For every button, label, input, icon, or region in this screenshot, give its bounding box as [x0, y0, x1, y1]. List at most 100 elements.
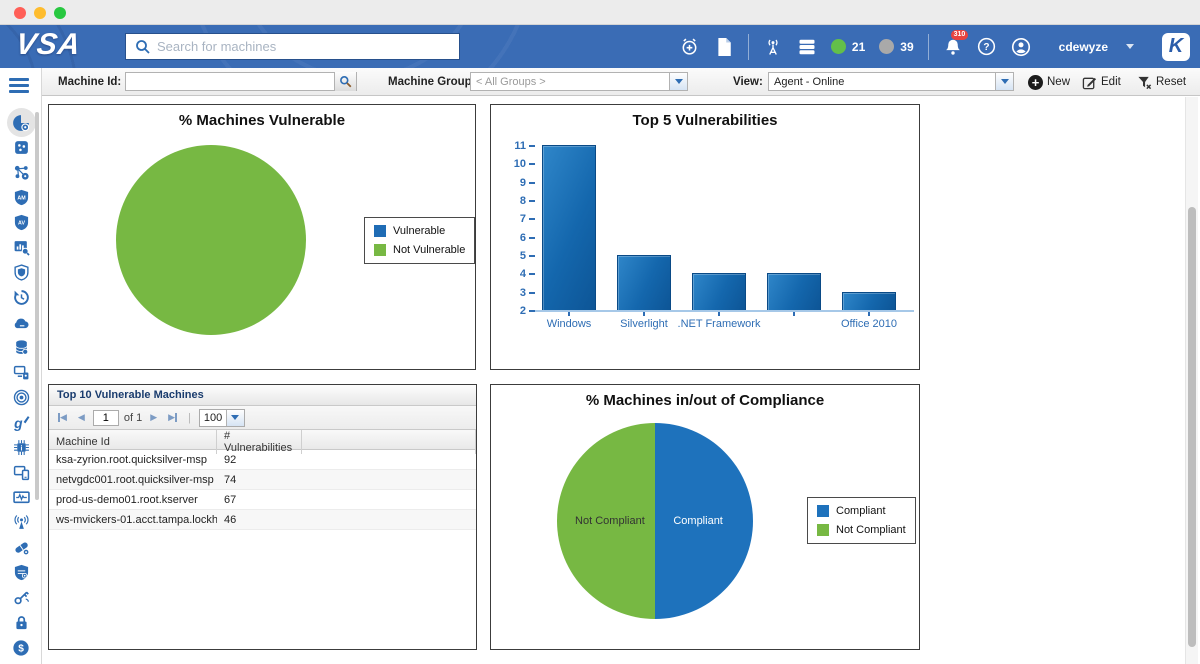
prev-page-button[interactable]: ◀: [75, 411, 88, 424]
x-axis-line: [532, 310, 914, 312]
table-header-row: Machine Id # Vulnerabilities: [49, 430, 476, 450]
new-view-button[interactable]: + New: [1028, 68, 1070, 96]
page-size-value: 100: [200, 410, 226, 426]
sidebar-item-security-lock[interactable]: [9, 610, 34, 635]
sidebar-item-monitoring[interactable]: [9, 485, 34, 510]
first-page-button[interactable]: ◀: [55, 411, 70, 424]
cell-empty: [302, 490, 476, 509]
machine-search-box[interactable]: [125, 33, 460, 60]
menu-hamburger-icon[interactable]: [9, 78, 29, 96]
edit-view-button[interactable]: Edit: [1082, 68, 1121, 96]
machine-id-input[interactable]: [126, 73, 334, 90]
machine-group-dropdown[interactable]: < All Groups >: [470, 72, 688, 91]
reset-view-button[interactable]: Reset: [1137, 68, 1186, 96]
machine-id-field[interactable]: [125, 72, 357, 91]
next-page-button[interactable]: ▶: [147, 411, 160, 424]
lock-icon: [13, 614, 30, 631]
g-pencil-icon: g: [13, 414, 30, 431]
window-close-button[interactable]: [14, 7, 26, 19]
window-titlebar: [0, 0, 1200, 25]
machine-id-search-button[interactable]: [334, 72, 356, 91]
search-icon: [339, 75, 352, 88]
notifications-button[interactable]: 310: [943, 37, 963, 57]
sidebar-item-patch-management[interactable]: [9, 535, 34, 560]
username[interactable]: cdewyze: [1059, 40, 1108, 54]
page-number-input[interactable]: [93, 410, 119, 426]
legend-item: Vulnerable: [374, 225, 465, 237]
x-tick-mark: [718, 312, 720, 316]
table-row[interactable]: prod-us-demo01.root.kserver67: [49, 490, 476, 510]
sidebar-item-cloud-backup[interactable]: [9, 310, 34, 335]
table-row[interactable]: netvgdc001.root.quicksilver-msp74: [49, 470, 476, 490]
sidebar-item-compliance-radar[interactable]: [9, 385, 34, 410]
sidebar-item-anti-virus[interactable]: AV: [9, 210, 34, 235]
window-minimize-button[interactable]: [34, 7, 46, 19]
sidebar-item-backup[interactable]: [9, 285, 34, 310]
sidebar-item-automation[interactable]: [9, 160, 34, 185]
user-menu-chevron-icon[interactable]: [1126, 44, 1134, 49]
top5-bar-chart[interactable]: 234567891011WindowsSilverlight.NET Frame…: [536, 146, 906, 311]
sidebar-item-service-billing[interactable]: $: [9, 635, 34, 660]
page-scrollbar-thumb[interactable]: [1188, 207, 1196, 647]
last-page-button[interactable]: ▶: [165, 411, 180, 424]
sidebar-item-discovery[interactable]: [9, 110, 34, 135]
dropdown-button[interactable]: [226, 410, 244, 426]
broadcast-status-icon[interactable]: [763, 37, 783, 57]
search-input[interactable]: [157, 39, 459, 54]
machine-id-label: Machine Id:: [58, 76, 121, 88]
agents-online-status[interactable]: 21: [831, 39, 865, 54]
sidebar-item-policy-management[interactable]: [9, 560, 34, 585]
filter-toolbar: Machine Id: Machine Group: < All Groups …: [42, 68, 1200, 96]
server-list-icon: [797, 37, 817, 57]
cloud-icon: [12, 314, 30, 332]
dropdown-button[interactable]: [669, 73, 687, 90]
sidebar-item-agent-modules[interactable]: [9, 135, 34, 160]
sidebar-item-data-backup[interactable]: [9, 335, 34, 360]
antenna-icon: [763, 37, 783, 57]
sidebar-item-asset-info[interactable]: i: [9, 435, 34, 460]
table-row[interactable]: ksa-zyrion.root.quicksilver-msp92: [49, 450, 476, 470]
vulnerable-pie-chart[interactable]: [116, 145, 306, 335]
page-size-select[interactable]: 100: [199, 409, 245, 427]
page-scrollbar[interactable]: [1185, 97, 1198, 664]
document-icon[interactable]: [714, 37, 734, 57]
dropdown-button[interactable]: [995, 73, 1013, 90]
sidebar-item-endpoint-security[interactable]: [9, 260, 34, 285]
kaseya-logo[interactable]: K: [1162, 33, 1190, 61]
view-dropdown[interactable]: Agent - Online: [768, 72, 1014, 91]
bar-Silverlight[interactable]: [617, 255, 671, 310]
bar-.NET Framework[interactable]: [692, 273, 746, 310]
help-button[interactable]: ?: [977, 37, 997, 57]
sidebar-item-network-monitor[interactable]: [9, 510, 34, 535]
panel-top5-vulnerabilities: Top 5 Vulnerabilities 234567891011Window…: [490, 104, 920, 370]
sidebar-scrollbar[interactable]: [35, 112, 39, 500]
sidebar-item-mobile-devices[interactable]: [9, 460, 34, 485]
agents-offline-status[interactable]: 39: [879, 39, 913, 54]
file-icon: [716, 38, 732, 56]
online-dot-icon: [831, 39, 846, 54]
shield-av-icon: AV: [13, 214, 30, 231]
bar-unlabeled[interactable]: [767, 273, 821, 310]
chevron-down-icon: [675, 79, 683, 84]
sidebar-item-audit[interactable]: [9, 235, 34, 260]
sidebar-item-desktop-management[interactable]: [9, 360, 34, 385]
sidebar-item-g-edit[interactable]: g: [9, 410, 34, 435]
bar-Office 2010[interactable]: [842, 292, 896, 310]
user-account-button[interactable]: [1011, 37, 1031, 57]
machine-list-icon[interactable]: [797, 37, 817, 57]
bar-Windows[interactable]: [542, 145, 596, 310]
table-row[interactable]: ws-mvickers-01.acct.tampa.lockheed-m46: [49, 510, 476, 530]
sidebar-item-password-key[interactable]: [9, 585, 34, 610]
alarm-clock-icon: [680, 37, 699, 56]
sidebar-item-anti-malware[interactable]: AM: [9, 185, 34, 210]
window-zoom-button[interactable]: [54, 7, 66, 19]
y-tick-mark: [529, 182, 535, 184]
y-tick-label: 2: [504, 305, 526, 317]
svg-text:AV: AV: [18, 221, 25, 227]
edit-label: Edit: [1101, 76, 1121, 88]
monitor-pulse-icon: [13, 489, 30, 506]
schedule-icon[interactable]: [680, 37, 700, 57]
database-icon: [13, 339, 30, 356]
compliance-pie-chart[interactable]: CompliantNot Compliant: [557, 423, 753, 619]
page-of-label: of 1: [124, 412, 142, 424]
